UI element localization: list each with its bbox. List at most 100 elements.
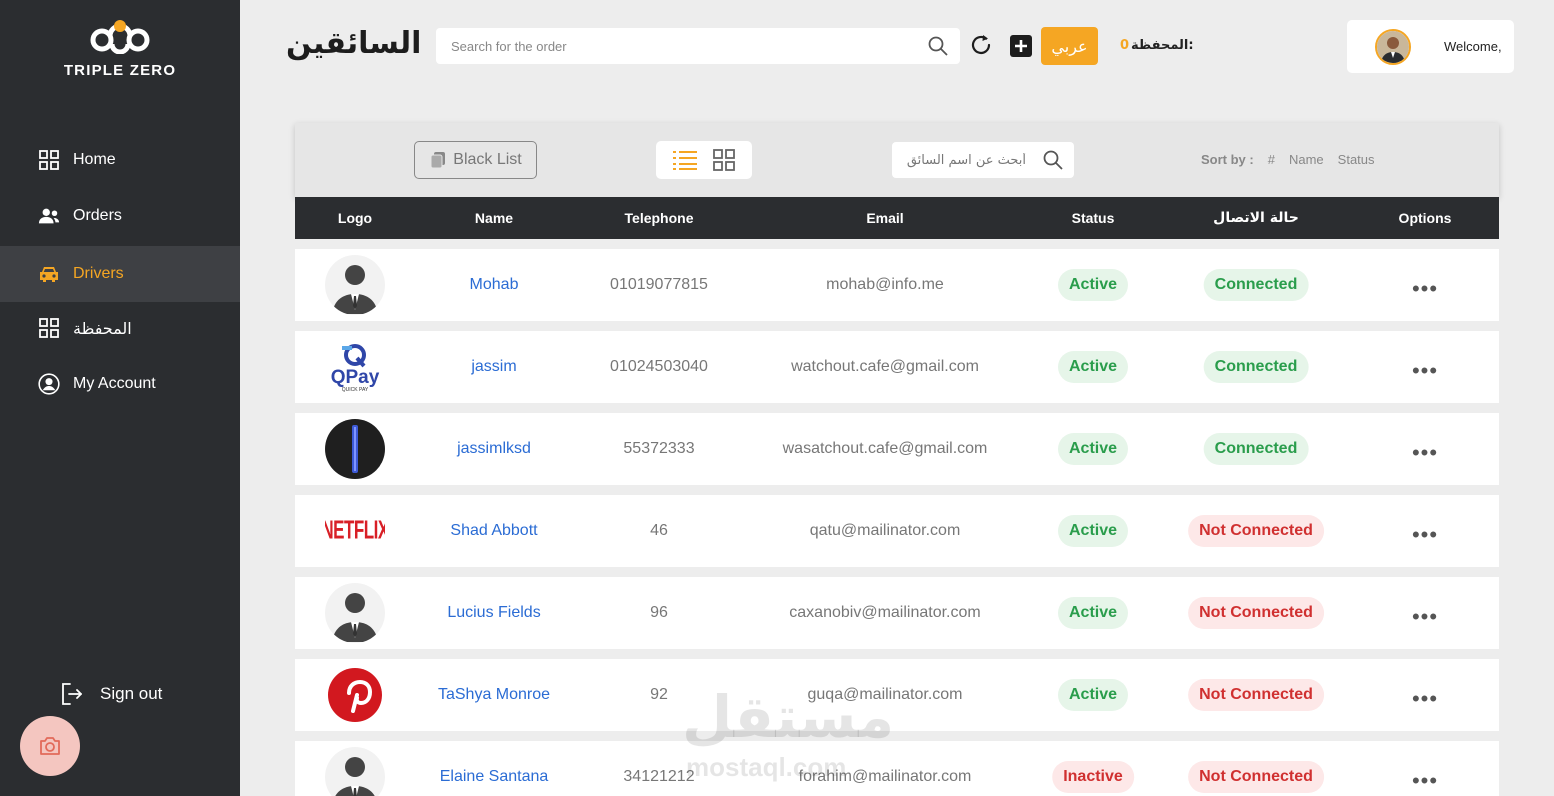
driver-name-link[interactable]: jassimlksd <box>457 440 531 458</box>
status-badge: Inactive <box>1052 761 1134 793</box>
status-badge-text: Active <box>1057 351 1129 383</box>
row-options-button[interactable]: ••• <box>1412 522 1438 548</box>
order-search-input[interactable] <box>451 38 916 54</box>
camera-icon <box>40 737 60 755</box>
grid-icon <box>38 149 60 171</box>
connection-badge: Connected <box>1203 433 1309 465</box>
refresh-button[interactable] <box>968 32 994 58</box>
brand-name: TRIPLE ZERO <box>63 62 177 79</box>
row-options-button[interactable]: ••• <box>1412 768 1438 794</box>
brand: TRIPLE ZERO <box>0 18 240 79</box>
driver-logo: QPay QUICK PAY <box>325 337 385 397</box>
row-options-button[interactable]: ••• <box>1412 276 1438 302</box>
table-row: Lucius Fields 96 caxanobiv@mailinator.co… <box>295 577 1499 649</box>
copy-icon <box>429 151 447 169</box>
status-badge: Active <box>1057 269 1129 301</box>
status-badge-text: Active <box>1057 269 1129 301</box>
sidebar-item-home[interactable]: Home <box>0 132 240 188</box>
connection-badge-text: Not Connected <box>1188 761 1324 793</box>
order-search <box>436 28 960 64</box>
avatar[interactable] <box>1375 28 1411 65</box>
status-badge-text: Active <box>1057 679 1129 711</box>
search-icon[interactable] <box>916 36 960 56</box>
language-button[interactable]: عربي <box>1041 27 1098 65</box>
column-header-name: Name <box>474 210 514 226</box>
wallet-amount: 0 <box>1120 38 1130 53</box>
column-header-logo: Logo <box>337 210 373 226</box>
driver-logo <box>325 583 385 643</box>
driver-phone: 01024503040 <box>610 358 708 375</box>
grid-icon <box>38 317 60 339</box>
status-badge: Active <box>1057 433 1129 465</box>
sign-out-button[interactable]: Sign out <box>60 682 162 706</box>
status-badge: Active <box>1057 515 1129 547</box>
driver-name-link[interactable]: jassim <box>471 358 516 376</box>
driver-phone: 34121212 <box>623 768 695 785</box>
refresh-icon <box>971 35 991 54</box>
driver-logo: NETFLIX <box>325 501 385 561</box>
connection-badge-text: Connected <box>1203 269 1309 301</box>
add-button[interactable] <box>1010 35 1032 57</box>
driver-email: qatu@mailinator.com <box>809 522 961 539</box>
status-badge: Active <box>1057 597 1129 629</box>
car-icon <box>38 263 60 285</box>
sign-out-label: Sign out <box>100 684 163 703</box>
driver-logo <box>325 255 385 315</box>
list-view-icon[interactable] <box>672 150 697 170</box>
column-header-connection: حالة الاتصال <box>1213 210 1299 226</box>
welcome-text: Welcome, <box>1444 39 1502 54</box>
driver-name-link[interactable]: Elaine Santana <box>440 768 549 786</box>
driver-search-input[interactable] <box>892 152 1032 168</box>
floating-action-button[interactable] <box>20 716 80 776</box>
driver-email: caxanobiv@mailinator.com <box>789 604 981 621</box>
table-header: Logo Name Telephone Email Status حالة ال… <box>295 197 1499 239</box>
connection-badge: Not Connected <box>1188 761 1324 793</box>
driver-name-link[interactable]: Lucius Fields <box>447 604 540 622</box>
sidebar-item-wallet[interactable]: المحفظة <box>0 300 240 356</box>
driver-phone: 01019077815 <box>610 276 708 293</box>
driver-phone: 55372333 <box>623 440 695 457</box>
driver-logo <box>325 665 385 725</box>
table-row: QPay QUICK PAY jassim 01024503040 watcho… <box>295 331 1499 403</box>
sort-option-name[interactable]: Name <box>1289 152 1324 167</box>
connection-badge: Not Connected <box>1188 597 1324 629</box>
connection-badge: Connected <box>1203 269 1309 301</box>
table-row: NETFLIX Shad Abbott 46 qatu@mailinator.c… <box>295 495 1499 567</box>
driver-email: watchout.cafe@gmail.com <box>791 358 979 375</box>
row-options-button[interactable]: ••• <box>1412 604 1438 630</box>
qpay-logo-icon <box>342 343 366 367</box>
search-icon[interactable] <box>1032 150 1074 170</box>
black-list-label: Black List <box>453 151 522 168</box>
driver-logo <box>325 419 385 479</box>
status-badge-text: Inactive <box>1052 761 1134 793</box>
sort-option-status[interactable]: Status <box>1338 152 1375 167</box>
drivers-toolbar: Black List Sort by : # Name Status <box>295 123 1499 197</box>
driver-email: wasatchout.cafe@gmail.com <box>782 440 988 457</box>
user-welcome-card[interactable]: Welcome, <box>1347 20 1514 73</box>
row-options-button[interactable]: ••• <box>1412 440 1438 466</box>
connection-badge: Connected <box>1203 351 1309 383</box>
user-circle-icon <box>38 373 60 395</box>
driver-name-link[interactable]: Shad Abbott <box>450 522 537 540</box>
person-silhouette-icon <box>332 593 378 642</box>
netflix-logo-text: NETFLIX <box>325 516 385 545</box>
person-silhouette-icon <box>332 265 378 314</box>
driver-name-link[interactable]: Mohab <box>470 276 519 294</box>
driver-name-link[interactable]: TaShya Monroe <box>438 686 550 704</box>
connection-badge-text: Connected <box>1203 351 1309 383</box>
sort-option-number[interactable]: # <box>1268 152 1275 167</box>
status-badge-text: Active <box>1057 515 1129 547</box>
sidebar-item-label: Drivers <box>73 265 124 282</box>
sidebar-item-drivers[interactable]: Drivers <box>0 246 240 302</box>
sidebar-item-my-account[interactable]: My Account <box>0 356 240 412</box>
sidebar-item-orders[interactable]: Orders <box>0 188 240 244</box>
connection-badge: Not Connected <box>1188 515 1324 547</box>
row-options-button[interactable]: ••• <box>1412 686 1438 712</box>
watermark: مستقل <box>682 683 895 751</box>
black-list-button[interactable]: Black List <box>414 141 537 179</box>
grid-view-icon[interactable] <box>713 149 736 171</box>
row-options-button[interactable]: ••• <box>1412 358 1438 384</box>
column-header-email: Email <box>866 210 904 226</box>
status-badge-text: Active <box>1057 597 1129 629</box>
driver-logo <box>325 747 385 796</box>
